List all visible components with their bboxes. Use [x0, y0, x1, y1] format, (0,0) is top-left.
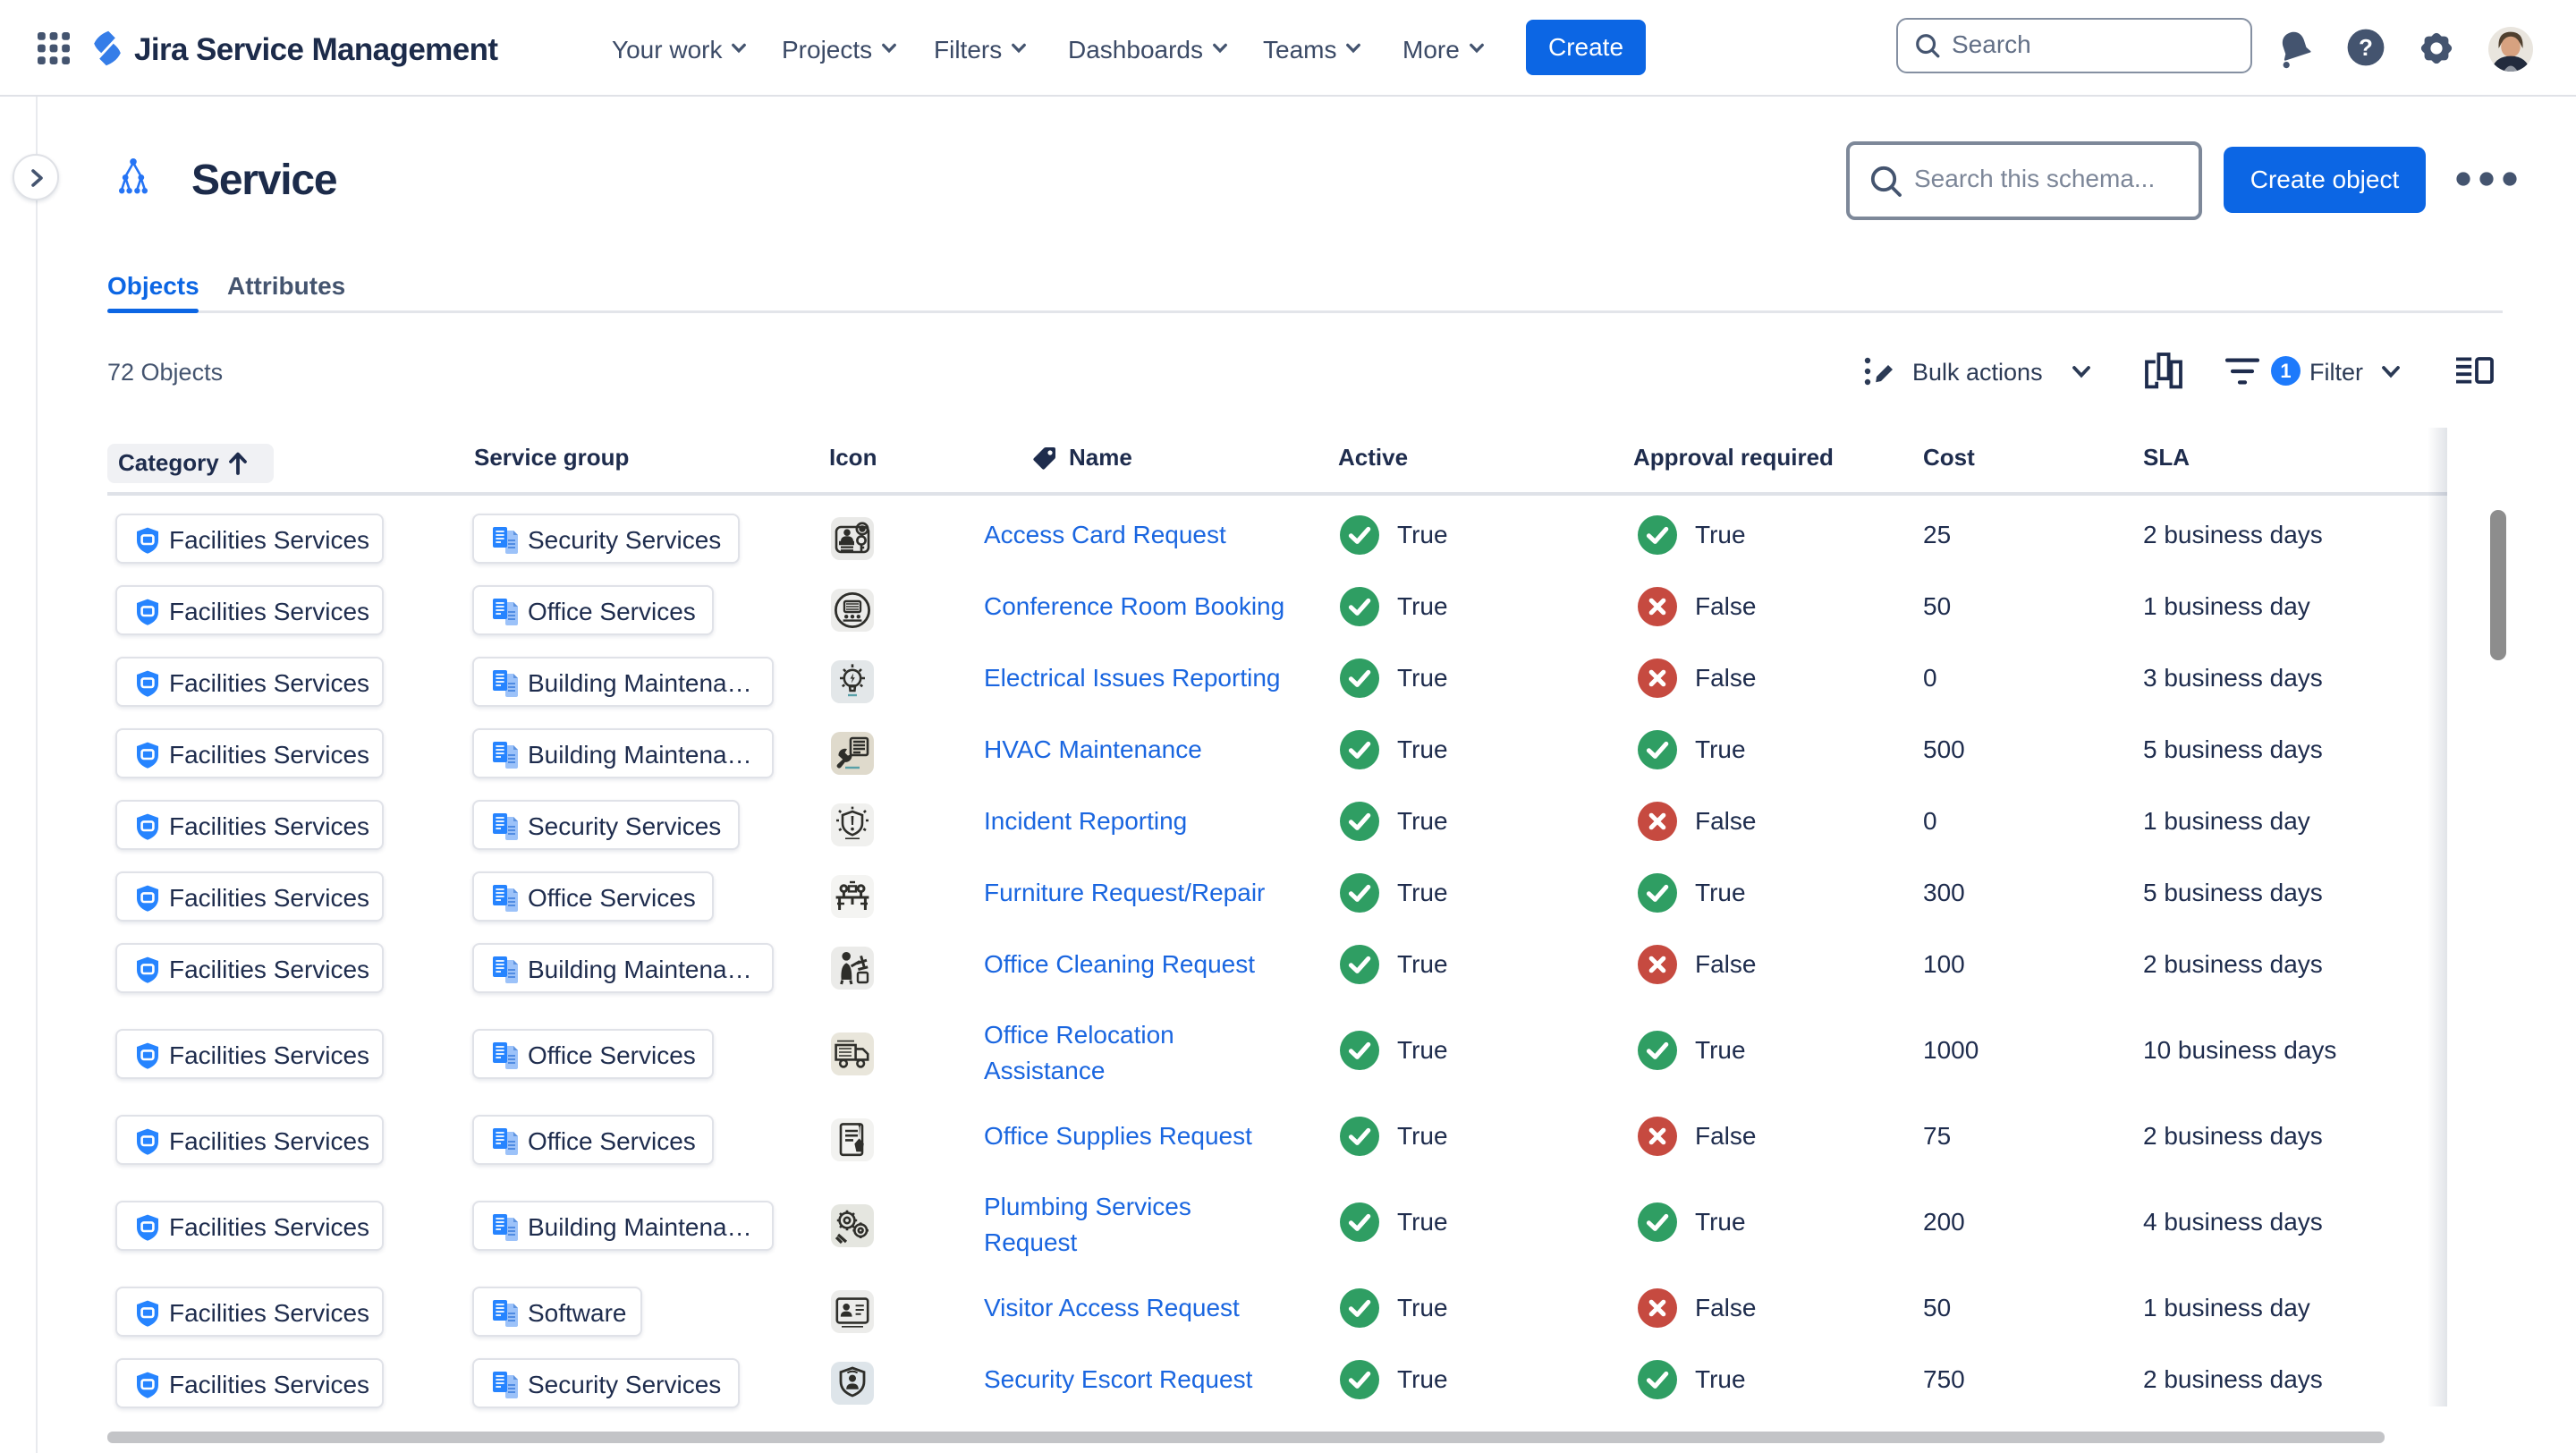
svg-text:?: ? [2359, 34, 2373, 61]
